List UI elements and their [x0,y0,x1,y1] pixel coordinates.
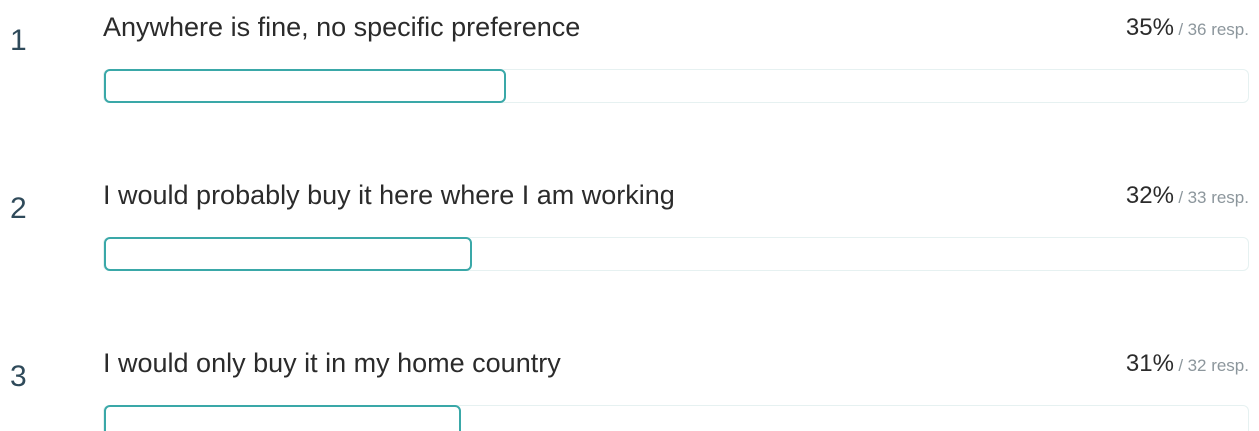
bar-fill [104,237,472,271]
percent-label: 32% [1125,182,1174,209]
bar-track [103,405,1249,431]
result-stat: 35% / 36 resp. [1126,16,1249,40]
option-label: I would only buy it in my home country [103,348,561,378]
response-count: 32 resp. [1187,356,1249,375]
separator: / [1178,20,1184,39]
separator: / [1178,188,1184,207]
response-count: 36 resp. [1187,20,1249,39]
results-list: 1 Anywhere is fine, no specific preferen… [0,0,1259,431]
rank-number: 3 [10,360,27,393]
result-row-2: 2 I would probably buy it here where I a… [0,168,1259,278]
result-row-1: 1 Anywhere is fine, no specific preferen… [0,0,1259,110]
option-label: I would probably buy it here where I am … [103,180,675,210]
response-count: 33 resp. [1187,188,1249,207]
bar-track [103,237,1249,271]
result-stat: 32% / 33 resp. [1126,184,1249,208]
rank-number: 1 [10,24,27,57]
bar-track [103,69,1249,103]
percent-label: 35% [1125,14,1174,41]
result-stat: 31% / 32 resp. [1126,352,1249,376]
bar-fill [104,405,461,431]
separator: / [1178,356,1184,375]
percent-label: 31% [1125,350,1174,377]
bar-fill [104,69,506,103]
result-row-3: 3 I would only buy it in my home country… [0,336,1259,431]
rank-number: 2 [10,192,27,225]
option-label: Anywhere is fine, no specific preference [103,12,581,42]
